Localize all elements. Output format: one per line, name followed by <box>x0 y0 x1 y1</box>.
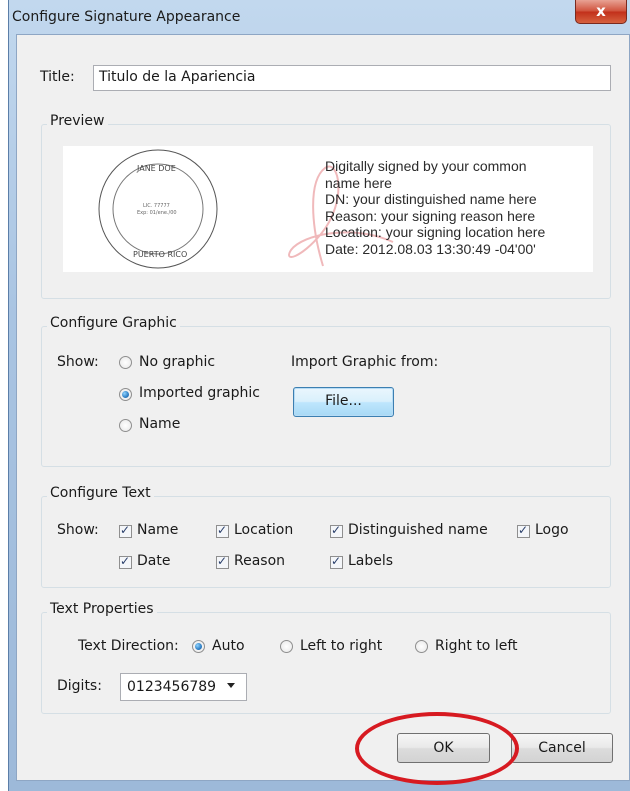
preview-line: Reason: your signing reason here <box>325 207 536 224</box>
text-direction-label: Text Direction: <box>78 638 179 654</box>
digits-select-value: 0123456789 <box>127 679 217 695</box>
preview-group-title: Preview <box>47 113 108 129</box>
configure-text-title: Configure Text <box>47 485 154 501</box>
checkbox-labels[interactable] <box>330 554 343 569</box>
configure-text-group <box>41 496 611 588</box>
seal-center-line1: LIC. 77777 <box>143 203 170 209</box>
text-show-label: Show: <box>57 522 99 538</box>
text-properties-title: Text Properties <box>47 601 157 617</box>
seal-top-text: JANE DOE <box>137 164 176 173</box>
title-input-value: Titulo de la Apariencia <box>99 69 256 85</box>
preview-line: Date: 2012.08.03 13:30:49 -04'00' <box>325 240 536 257</box>
radio-direction-auto[interactable] <box>192 640 205 653</box>
close-button[interactable]: x <box>575 0 627 24</box>
radio-no-graphic[interactable] <box>119 356 132 369</box>
seal-bottom-text: PUERTO RICO <box>133 250 188 259</box>
checkbox-location[interactable] <box>216 523 229 538</box>
signature-preview: JANE DOE PUERTO RICO LIC. 77777 Exp: 01/… <box>63 146 593 272</box>
import-graphic-label: Import Graphic from: <box>291 354 439 370</box>
file-button[interactable]: File... <box>293 387 394 417</box>
radio-no-graphic-label[interactable]: No graphic <box>139 354 215 370</box>
checkbox-logo-label[interactable]: Logo <box>535 522 569 538</box>
checkbox-distinguished-name-label[interactable]: Distinguished name <box>348 522 488 538</box>
checkbox-date[interactable] <box>119 554 132 569</box>
radio-imported-graphic[interactable] <box>119 388 132 401</box>
preview-line: Location: your signing location here <box>325 224 546 240</box>
checkbox-name-label[interactable]: Name <box>137 522 178 538</box>
preview-line: Digitally signed by your common <box>325 158 527 174</box>
checkbox-labels-label[interactable]: Labels <box>348 553 393 569</box>
checkbox-logo[interactable] <box>517 523 530 538</box>
checkbox-reason-label[interactable]: Reason <box>234 553 285 569</box>
highlight-ellipse-annotation <box>355 712 519 785</box>
preview-text-block: Digitally signed by your common name her… <box>325 158 545 257</box>
digits-select[interactable]: 0123456789 <box>120 673 247 701</box>
checkbox-date-label[interactable]: Date <box>137 553 170 569</box>
radio-name-graphic[interactable] <box>119 419 132 432</box>
checkbox-name[interactable] <box>119 523 132 538</box>
graphic-show-label: Show: <box>57 354 99 370</box>
checkbox-reason[interactable] <box>216 554 229 569</box>
cancel-button[interactable]: Cancel <box>511 733 613 763</box>
chevron-down-icon[interactable] <box>227 683 235 688</box>
seal-center-line2: Exp: 01/ene./00 <box>137 210 177 216</box>
title-bar[interactable]: Configure Signature Appearance x <box>8 0 630 34</box>
configure-graphic-title: Configure Graphic <box>47 315 180 331</box>
radio-direction-ltr[interactable] <box>280 640 293 653</box>
title-field-label: Title: <box>40 69 75 85</box>
radio-direction-rtl[interactable] <box>415 640 428 653</box>
radio-imported-graphic-label[interactable]: Imported graphic <box>139 385 260 401</box>
radio-direction-ltr-label[interactable]: Left to right <box>300 638 382 654</box>
preview-line: DN: your distinguished name here <box>325 191 537 207</box>
digits-label: Digits: <box>57 678 102 694</box>
window-title: Configure Signature Appearance <box>12 9 241 25</box>
radio-direction-rtl-label[interactable]: Right to left <box>435 638 518 654</box>
checkbox-location-label[interactable]: Location <box>234 522 293 538</box>
checkbox-distinguished-name[interactable] <box>330 523 343 538</box>
dialog-window: Configure Signature Appearance x Title: … <box>8 0 630 791</box>
radio-direction-auto-label[interactable]: Auto <box>212 638 245 654</box>
dialog-client-area: Title: Titulo de la Apariencia Preview J… <box>16 34 630 785</box>
radio-name-graphic-label[interactable]: Name <box>139 416 180 432</box>
title-input[interactable]: Titulo de la Apariencia <box>93 65 611 91</box>
preview-line: name here <box>325 174 392 191</box>
close-icon: x <box>596 2 606 20</box>
